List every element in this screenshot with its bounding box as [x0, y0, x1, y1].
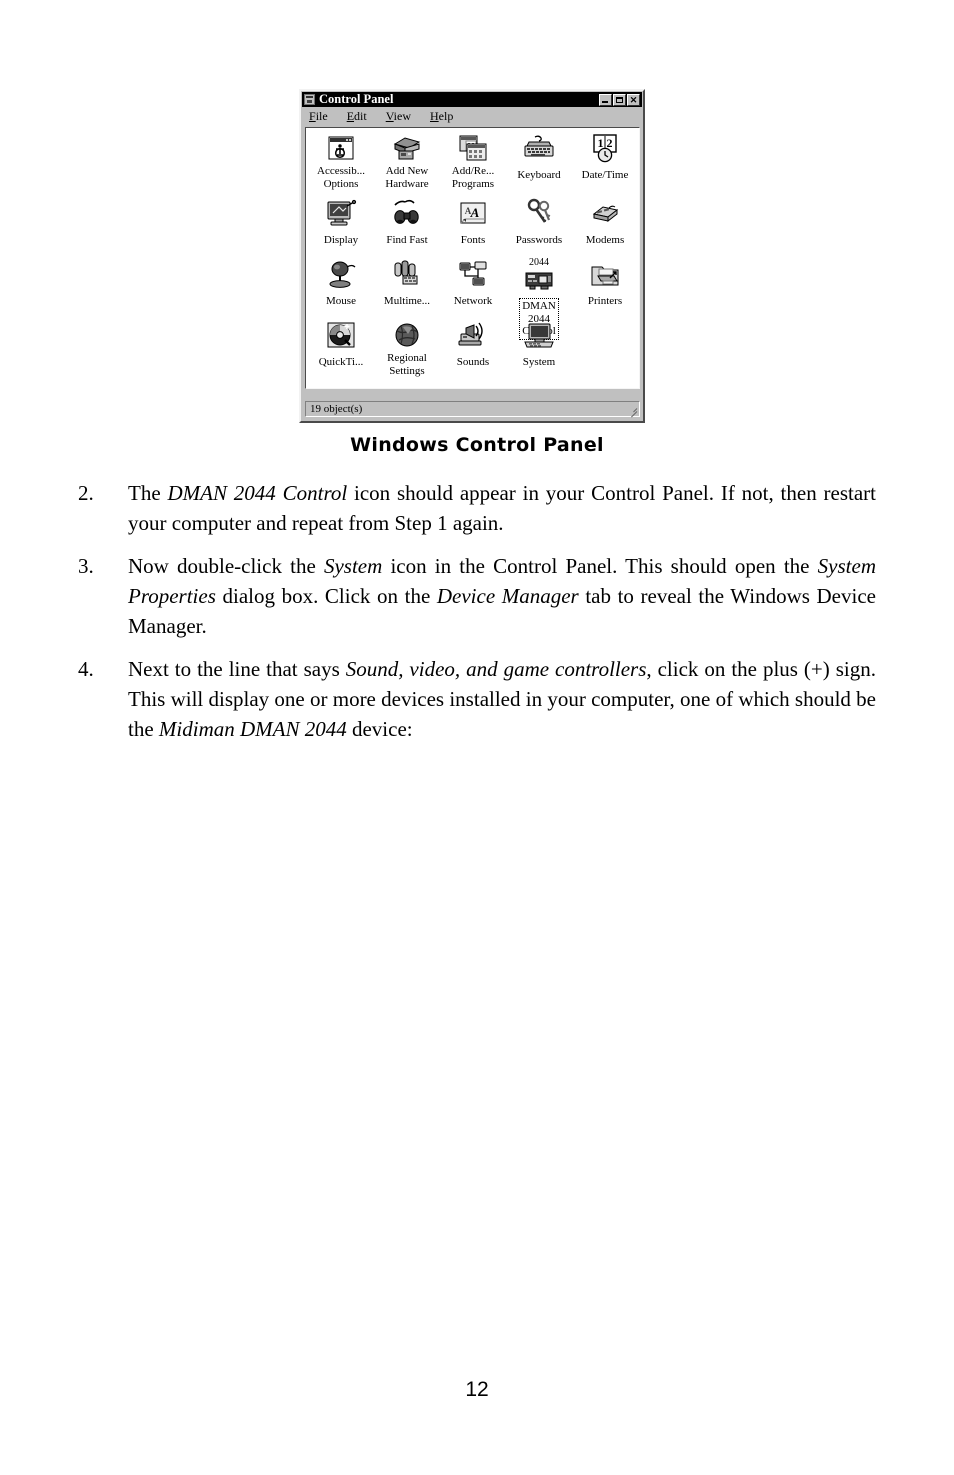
- icon-label: Add/Re... Programs: [451, 165, 495, 190]
- date-time-icon[interactable]: 1 2: [589, 132, 621, 164]
- quicktime-icon[interactable]: [325, 319, 357, 351]
- icon-label: Passwords: [515, 234, 563, 246]
- icon-label: Add New Hardware: [385, 165, 429, 190]
- maximize-button[interactable]: [613, 93, 626, 106]
- control-panel-item-system[interactable]: System: [506, 319, 572, 370]
- instruction-step: 3. Now double-click the System icon in th…: [78, 551, 876, 641]
- icon-label: System: [522, 356, 556, 368]
- control-panel-item-date-time[interactable]: 1 2 Date/Time: [572, 132, 638, 183]
- icon-label: Fonts: [460, 234, 486, 246]
- step-text: Next to the line that says Sound, video,…: [128, 657, 877, 741]
- icon-list-view[interactable]: Accessib... Options Add New Hardware Add…: [305, 127, 640, 389]
- control-panel-item-add-new-hardware[interactable]: Add New Hardware: [374, 132, 440, 192]
- window-titlebar[interactable]: Control Panel ✕: [302, 92, 642, 107]
- icon-label: QuickTi...: [318, 356, 364, 368]
- control-panel-item-find-fast[interactable]: Find Fast: [374, 197, 440, 248]
- menu-item-file[interactable]: File: [309, 109, 328, 123]
- icon-label: Multime...: [383, 295, 431, 307]
- icon-label: Accessib... Options: [317, 165, 365, 190]
- modems-icon[interactable]: [589, 197, 621, 229]
- control-panel-item-add-remove-programs[interactable]: Add/Re... Programs: [440, 132, 506, 192]
- keyboard-icon[interactable]: [523, 132, 555, 164]
- control-panel-item-mouse[interactable]: Mouse: [308, 258, 374, 309]
- control-panel-item-regional-settings[interactable]: Regional Settings: [374, 319, 440, 379]
- instruction-step: 4. Next to the line that says Sound, vide…: [78, 654, 876, 744]
- fonts-icon[interactable]: A A: [457, 197, 489, 229]
- add-remove-programs-icon[interactable]: [457, 132, 489, 164]
- svg-text:A: A: [465, 206, 472, 216]
- icon-label: Date/Time: [581, 169, 629, 181]
- control-panel-item-keyboard[interactable]: Keyboard: [506, 132, 572, 183]
- control-panel-item-modems[interactable]: Modems: [572, 197, 638, 248]
- instruction-step: 2. The DMAN 2044 Control icon should appe…: [78, 478, 876, 538]
- icon-label: Keyboard: [517, 169, 561, 181]
- minimize-button[interactable]: [599, 93, 612, 106]
- control-panel-item-printers[interactable]: Printers: [572, 258, 638, 309]
- sounds-icon[interactable]: [457, 319, 489, 351]
- menu-item-edit[interactable]: Edit: [347, 109, 367, 123]
- page-number: 12: [465, 1378, 489, 1401]
- printers-icon[interactable]: [589, 258, 621, 290]
- step-text: Now double-click the System icon in the …: [128, 554, 876, 638]
- icon-label: Find Fast: [386, 234, 428, 246]
- system-icon[interactable]: [523, 319, 555, 351]
- control-panel-window[interactable]: Control Panel ✕ File Edit View Help Acce…: [299, 89, 645, 423]
- accessibility-options-icon[interactable]: [325, 132, 357, 164]
- network-icon[interactable]: [457, 258, 489, 290]
- control-panel-item-multimedia[interactable]: Multime...: [374, 258, 440, 309]
- status-text: 19 object(s): [310, 402, 363, 415]
- figure-caption: Windows Control Panel: [350, 434, 604, 456]
- step-number: 2.: [78, 481, 94, 505]
- window-title: Control Panel: [319, 92, 394, 106]
- icon-label: Display: [323, 234, 359, 246]
- menu-item-view[interactable]: View: [386, 109, 411, 123]
- instruction-list: 2. The DMAN 2044 Control icon should appe…: [78, 478, 876, 757]
- mouse-icon[interactable]: [325, 258, 357, 290]
- resize-grip[interactable]: [626, 403, 638, 415]
- control-panel-item-fonts[interactable]: A A Fonts: [440, 197, 506, 248]
- menu-bar[interactable]: File Edit View Help: [302, 108, 642, 124]
- control-panel-item-quicktime[interactable]: QuickTi...: [308, 319, 374, 370]
- status-bar: 19 object(s): [305, 401, 640, 417]
- find-fast-icon[interactable]: [391, 197, 423, 229]
- icon-label: Mouse: [326, 295, 356, 307]
- step-number: 4.: [78, 657, 94, 681]
- step-number: 3.: [78, 554, 94, 578]
- step-text: The DMAN 2044 Control icon should appear…: [128, 481, 877, 535]
- add-new-hardware-icon[interactable]: [391, 132, 423, 164]
- close-icon[interactable]: ✕: [627, 93, 640, 106]
- regional-settings-icon[interactable]: [391, 319, 423, 351]
- icon-label: Regional Settings: [387, 352, 427, 377]
- icon-label: Sounds: [456, 356, 490, 368]
- icon-label: Modems: [585, 234, 625, 246]
- dman-2044-control-icon[interactable]: [523, 267, 555, 299]
- control-panel-item-network[interactable]: Network: [440, 258, 506, 309]
- control-panel-icon: [304, 94, 315, 105]
- menu-item-help[interactable]: Help: [430, 109, 453, 123]
- icon-label: Printers: [587, 295, 623, 307]
- icon-label: Network: [453, 295, 493, 307]
- control-panel-item-passwords[interactable]: Passwords: [506, 197, 572, 248]
- display-icon[interactable]: [325, 197, 357, 229]
- multimedia-icon[interactable]: [391, 258, 423, 290]
- passwords-icon[interactable]: [523, 197, 555, 229]
- control-panel-item-accessibility-options[interactable]: Accessib... Options: [308, 132, 374, 192]
- control-panel-item-sounds[interactable]: Sounds: [440, 319, 506, 370]
- control-panel-item-display[interactable]: Display: [308, 197, 374, 248]
